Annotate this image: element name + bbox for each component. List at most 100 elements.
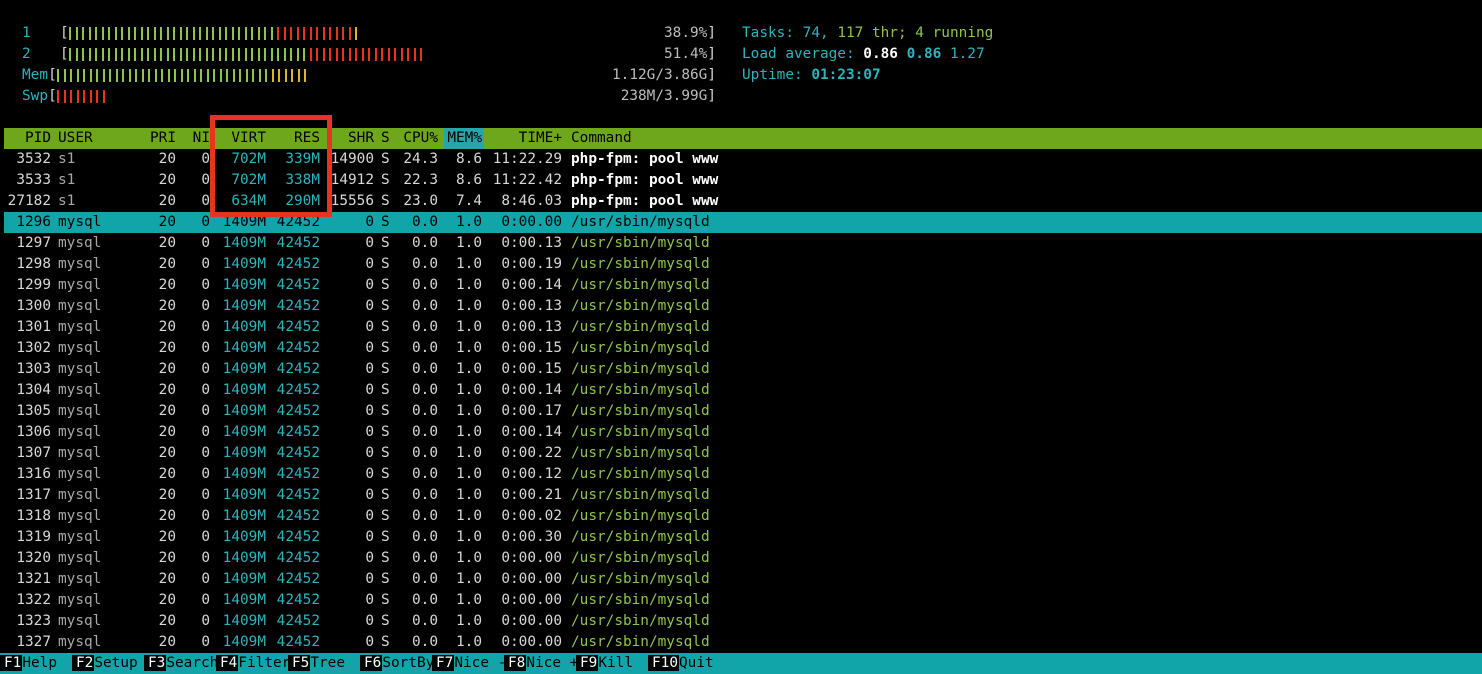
cell-user: mysql <box>58 277 102 293</box>
table-row[interactable]: 1304 mysql 20 0 1409M 42452 0 S 0.0 1.0 0:00.14/us… <box>4 380 1482 401</box>
table-row[interactable]: 1323 mysql 20 0 1409M 42452 0 S 0.0 1.0 0:00.00/us… <box>4 611 1482 632</box>
cell-s: S <box>381 298 390 314</box>
table-row[interactable]: 1319 mysql 20 0 1409M 42452 0 S 0.0 1.0 0:00.30/us… <box>4 527 1482 548</box>
cell-s: S <box>381 214 390 230</box>
cell-res: 42452 <box>276 529 320 545</box>
cell-ni: 0 <box>201 634 210 650</box>
cell-time: 0:00.00 <box>501 613 562 629</box>
cell-time: 0:00.19 <box>501 256 562 272</box>
cell-user: mysql <box>58 403 102 419</box>
threads-count: 117 <box>837 25 864 41</box>
column-cpu[interactable]: CPU% <box>396 128 438 149</box>
cell-mem: 1.0 <box>456 298 482 314</box>
cell-mem: 1.0 <box>456 340 482 356</box>
tasks-count: 74 <box>802 25 820 41</box>
fkey-sortby-button[interactable]: F6SortBy <box>360 653 434 674</box>
cell-cpu: 0.0 <box>412 361 438 377</box>
column-mem[interactable]: MEM% <box>444 128 482 149</box>
cell-ni: 0 <box>201 319 210 335</box>
table-row[interactable]: 1321 mysql 20 0 1409M 42452 0 S 0.0 1.0 0:00.00/us… <box>4 569 1482 590</box>
cell-user: mysql <box>58 319 102 335</box>
table-row[interactable]: 1300 mysql 20 0 1409M 42452 0 S 0.0 1.0 0:00.13/us… <box>4 296 1482 317</box>
cell-shr: 0 <box>365 634 374 650</box>
fkey-action: Setup <box>94 655 138 671</box>
cell-cpu: 0.0 <box>412 319 438 335</box>
table-row[interactable]: 1297 mysql 20 0 1409M 42452 0 S 0.0 1.0 0:00.13/us… <box>4 233 1482 254</box>
cell-mem: 1.0 <box>456 487 482 503</box>
column-command[interactable]: Command <box>571 128 971 149</box>
cell-user: mysql <box>58 235 102 251</box>
table-row[interactable]: 1298 mysql 20 0 1409M 42452 0 S 0.0 1.0 0:00.19/us… <box>4 254 1482 275</box>
column-pri[interactable]: PRI <box>134 128 176 149</box>
cell-ni: 0 <box>201 340 210 356</box>
cell-pid: 1306 <box>16 424 51 440</box>
column-pid[interactable]: PID <box>4 128 51 149</box>
table-row[interactable]: 1305 mysql 20 0 1409M 42452 0 S 0.0 1.0 0:00.17/us… <box>4 401 1482 422</box>
cell-virt: 1409M <box>222 613 266 629</box>
table-row[interactable]: 1299 mysql 20 0 1409M 42452 0 S 0.0 1.0 0:00.14/us… <box>4 275 1482 296</box>
cell-cmd: /usr/sbin/mysqld <box>571 613 710 629</box>
meter-bars <box>69 23 362 44</box>
fkey-setup-button[interactable]: F2Setup <box>72 653 138 674</box>
cell-res: 42452 <box>276 634 320 650</box>
cell-time: 0:00.14 <box>501 424 562 440</box>
cell-pri: 20 <box>158 592 176 608</box>
cell-cpu: 0.0 <box>412 277 438 293</box>
cell-pid: 27182 <box>7 193 51 209</box>
table-row[interactable]: 1303 mysql 20 0 1409M 42452 0 S 0.0 1.0 0:00.15/us… <box>4 359 1482 380</box>
table-row[interactable]: 1316 mysql 20 0 1409M 42452 0 S 0.0 1.0 0:00.12/us… <box>4 464 1482 485</box>
cell-ni: 0 <box>201 277 210 293</box>
cell-pri: 20 <box>158 403 176 419</box>
fkey-kill-button[interactable]: F9Kill <box>576 653 633 674</box>
cell-user: mysql <box>58 466 102 482</box>
cell-cmd: /usr/sbin/mysqld <box>571 487 710 503</box>
cell-virt: 1409M <box>222 361 266 377</box>
cell-shr: 0 <box>365 508 374 524</box>
cell-cpu: 0.0 <box>412 424 438 440</box>
column-state[interactable]: S <box>381 128 393 149</box>
cell-virt: 1409M <box>222 235 266 251</box>
cell-user: s1 <box>58 151 76 167</box>
cell-cmd: /usr/sbin/mysqld <box>571 340 710 356</box>
fkey-tree-button[interactable]: F5Tree <box>288 653 345 674</box>
fkey-quit-button[interactable]: F10Quit <box>648 653 714 674</box>
cell-pid: 1307 <box>16 445 51 461</box>
cell-pid: 1316 <box>16 466 51 482</box>
table-row[interactable]: 1301 mysql 20 0 1409M 42452 0 S 0.0 1.0 0:00.13/us… <box>4 317 1482 338</box>
meter-2: 2[51.4%] <box>22 44 716 65</box>
column-ni[interactable]: NI <box>184 128 210 149</box>
cell-virt: 1409M <box>222 298 266 314</box>
cell-cmd: /usr/sbin/mysqld <box>571 319 710 335</box>
cell-shr: 0 <box>365 403 374 419</box>
table-row[interactable]: 1302 mysql 20 0 1409M 42452 0 S 0.0 1.0 0:00.15/us… <box>4 338 1482 359</box>
cell-time: 0:00.30 <box>501 529 562 545</box>
cell-s: S <box>381 445 390 461</box>
cell-user: mysql <box>58 487 102 503</box>
table-row[interactable]: 1307 mysql 20 0 1409M 42452 0 S 0.0 1.0 0:00.22/us… <box>4 443 1482 464</box>
cell-pri: 20 <box>158 424 176 440</box>
fkey-nice-button[interactable]: F8Nice + <box>504 653 578 674</box>
fkey-action: Nice + <box>526 655 579 671</box>
cell-mem: 1.0 <box>456 466 482 482</box>
column-user[interactable]: USER <box>58 128 138 149</box>
table-row[interactable]: 1327 mysql 20 0 1409M 42452 0 S 0.0 1.0 0:00.00/us… <box>4 632 1482 653</box>
fkey-filter-button[interactable]: F4Filter <box>216 653 290 674</box>
cell-s: S <box>381 277 390 293</box>
cell-pri: 20 <box>158 466 176 482</box>
table-row[interactable]: 1320 mysql 20 0 1409M 42452 0 S 0.0 1.0 0:00.00/us… <box>4 548 1482 569</box>
table-row[interactable]: 1322 mysql 20 0 1409M 42452 0 S 0.0 1.0 0:00.00/us… <box>4 590 1482 611</box>
table-row[interactable]: 1306 mysql 20 0 1409M 42452 0 S 0.0 1.0 0:00.14/us… <box>4 422 1482 443</box>
cell-pid: 1322 <box>16 592 51 608</box>
column-shr[interactable]: SHR <box>328 128 374 149</box>
fkey-label: F2 <box>72 655 95 671</box>
cell-virt: 1409M <box>222 403 266 419</box>
fkey-search-button[interactable]: F3Search <box>144 653 218 674</box>
table-row[interactable]: 1318 mysql 20 0 1409M 42452 0 S 0.0 1.0 0:00.02/us… <box>4 506 1482 527</box>
fkey-label: F4 <box>216 655 239 671</box>
fkey-nice-button[interactable]: F7Nice - <box>432 653 506 674</box>
table-row[interactable]: 1317 mysql 20 0 1409M 42452 0 S 0.0 1.0 0:00.21/us… <box>4 485 1482 506</box>
cell-time: 0:00.13 <box>501 298 562 314</box>
column-time[interactable]: TIME+ <box>488 128 562 149</box>
cell-pid: 1319 <box>16 529 51 545</box>
fkey-help-button[interactable]: F1Help <box>0 653 57 674</box>
